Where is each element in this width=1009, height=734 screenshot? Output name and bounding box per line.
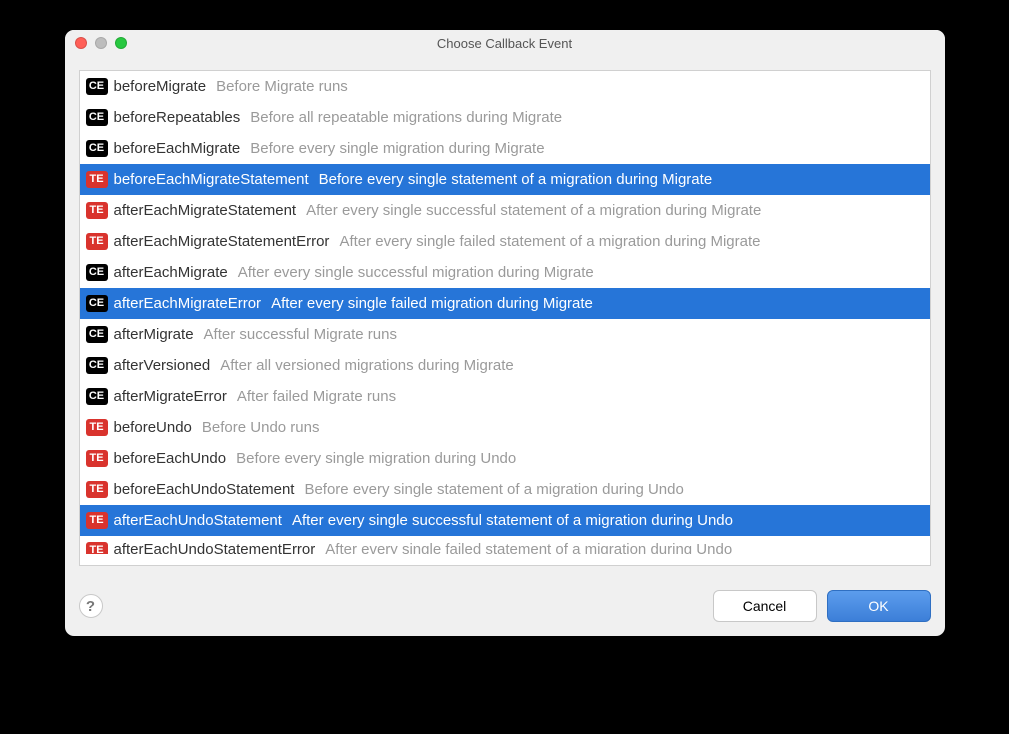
callback-name: beforeRepeatables [114, 107, 241, 128]
callback-name: beforeEachMigrateStatement [114, 169, 309, 190]
list-item[interactable]: CE afterMigrateError After failed Migrate … [80, 381, 930, 412]
callback-description: After all versioned migrations during Mi… [220, 355, 513, 376]
callback-description: Before all repeatable migrations during … [250, 107, 562, 128]
list-item[interactable]: TE beforeEachUndo Before every single migr… [80, 443, 930, 474]
callback-name: afterEachMigrateStatementError [114, 231, 330, 252]
callback-description: After every single failed migration duri… [271, 293, 593, 314]
ok-button[interactable]: OK [827, 590, 931, 622]
callback-description: After every single successful statement … [292, 510, 733, 531]
ce-badge-icon: CE [86, 109, 108, 126]
callback-description: Before every single migration during Und… [236, 448, 516, 469]
callback-name: beforeMigrate [114, 76, 207, 97]
list-item[interactable]: TE beforeEachMigrateStatement Before every… [80, 164, 930, 195]
footer: ? Cancel OK [65, 580, 945, 636]
list-item[interactable]: TE afterEachMigrateStatement After every s… [80, 195, 930, 226]
window: Choose Callback Event CE beforeMigrate Bef… [65, 30, 945, 636]
ce-badge-icon: CE [86, 140, 108, 157]
callback-description: Before Undo runs [202, 417, 320, 438]
callback-name: afterEachMigrateError [114, 293, 262, 314]
callback-name: beforeUndo [114, 417, 192, 438]
te-badge-icon: TE [86, 542, 108, 554]
help-button[interactable]: ? [79, 594, 103, 618]
ce-badge-icon: CE [86, 295, 108, 312]
list-item[interactable]: CE afterVersioned After all versioned migr… [80, 350, 930, 381]
list-item[interactable]: CE afterEachMigrateError After every singl… [80, 288, 930, 319]
te-badge-icon: TE [86, 450, 108, 467]
list-item[interactable]: TE afterEachUndoStatementError After every… [80, 536, 930, 554]
ce-badge-icon: CE [86, 326, 108, 343]
content: CE beforeMigrate Before Migrate runs CE befo… [65, 56, 945, 580]
callback-name: afterMigrateError [114, 386, 227, 407]
ce-badge-icon: CE [86, 264, 108, 281]
callback-name: beforeEachUndoStatement [114, 479, 295, 500]
callback-description: After every single failed statement of a… [339, 231, 760, 252]
callback-description: Before every single statement of a migra… [319, 169, 713, 190]
ce-badge-icon: CE [86, 357, 108, 374]
callback-description: Before Migrate runs [216, 76, 348, 97]
callback-description: After every single successful migration … [238, 262, 594, 283]
callback-name: beforeEachMigrate [114, 138, 241, 159]
titlebar: Choose Callback Event [65, 30, 945, 56]
cancel-button[interactable]: Cancel [713, 590, 817, 622]
te-badge-icon: TE [86, 171, 108, 188]
list-item[interactable]: TE afterEachUndoStatement After every sing… [80, 505, 930, 536]
list-item[interactable]: CE afterMigrate After successful Migrate r… [80, 319, 930, 350]
list-item[interactable]: CE beforeEachMigrate Before every single m… [80, 133, 930, 164]
callback-description: After successful Migrate runs [204, 324, 397, 345]
ce-badge-icon: CE [86, 388, 108, 405]
callback-name: afterEachMigrateStatement [114, 200, 297, 221]
te-badge-icon: TE [86, 419, 108, 436]
list-item[interactable]: TE beforeEachUndoStatement Before every si… [80, 474, 930, 505]
list-item[interactable]: TE afterEachMigrateStatementError After ev… [80, 226, 930, 257]
callback-name: afterEachMigrate [114, 262, 228, 283]
callback-name: afterEachUndoStatement [114, 510, 282, 531]
te-badge-icon: TE [86, 512, 108, 529]
callback-description: After every single successful statement … [306, 200, 761, 221]
callback-name: afterEachUndoStatementError [114, 539, 316, 554]
te-badge-icon: TE [86, 202, 108, 219]
callback-list[interactable]: CE beforeMigrate Before Migrate runs CE befo… [79, 70, 931, 566]
list-item[interactable]: CE beforeMigrate Before Migrate runs [80, 71, 930, 102]
te-badge-icon: TE [86, 481, 108, 498]
callback-description: Before every single statement of a migra… [304, 479, 683, 500]
callback-description: After failed Migrate runs [237, 386, 396, 407]
list-item[interactable]: TE beforeUndo Before Undo runs [80, 412, 930, 443]
ce-badge-icon: CE [86, 78, 108, 95]
callback-description: Before every single migration during Mig… [250, 138, 544, 159]
callback-description: After every single failed statement of a… [325, 539, 732, 554]
callback-name: afterVersioned [114, 355, 211, 376]
te-badge-icon: TE [86, 233, 108, 250]
list-item[interactable]: CE beforeRepeatables Before all repeatable… [80, 102, 930, 133]
callback-name: beforeEachUndo [114, 448, 227, 469]
list-item[interactable]: CE afterEachMigrate After every single suc… [80, 257, 930, 288]
callback-name: afterMigrate [114, 324, 194, 345]
window-title: Choose Callback Event [65, 36, 945, 51]
